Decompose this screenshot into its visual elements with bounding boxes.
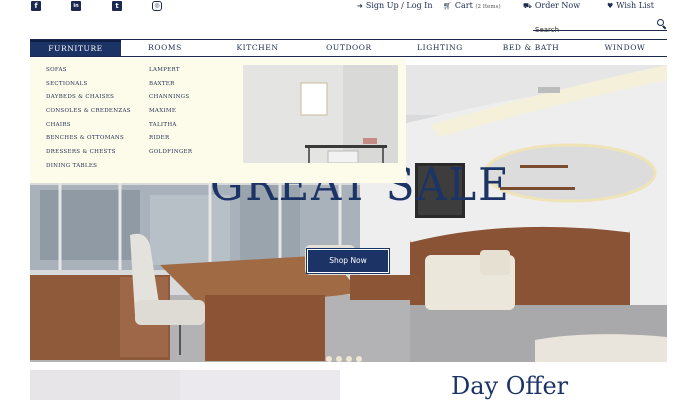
signup-label: Sign Up / Log In [365,1,433,10]
nav-item-rooms[interactable]: Rooms [135,40,195,56]
offer-image [30,370,340,400]
carousel-dot[interactable] [326,356,332,362]
carousel-dots [326,347,366,362]
search-input[interactable] [533,23,651,37]
cart-icon: 🛒︎ [443,2,452,10]
dropdown-column-collections: Lampert Baxter Channings Maxime Talitha … [149,64,192,160]
carousel-dot[interactable] [346,356,352,362]
wishlist-link[interactable]: ♥ Wish List [607,1,654,10]
shop-now-button[interactable]: Shop Now [306,248,390,274]
main-nav: Furniture Rooms Kitchen Outdoor Lighting… [30,39,667,57]
twitter-icon[interactable]: t [112,1,122,11]
linkedin-icon[interactable]: in [71,1,81,11]
nav-item-outdoor[interactable]: Outdoor [315,40,383,56]
cart-link[interactable]: 🛒︎ Cart (2 Items) [443,1,501,10]
menu-item-dining-tables[interactable]: Dining Tables [46,160,131,174]
facebook-icon[interactable]: f [31,1,41,11]
nav-item-kitchen[interactable]: Kitchen [225,40,290,56]
nav-item-bed-bath[interactable]: Bed & Bath [498,40,564,56]
wishlist-label: Wish List [616,1,654,10]
menu-item-lampert[interactable]: Lampert [149,64,192,78]
carousel-dot[interactable] [356,356,362,362]
menu-item-benches[interactable]: Benches & Ottomans [46,132,131,146]
dropdown-column-categories: Sofas Sectionals Daybeds & Chaises Conso… [46,64,131,174]
menu-item-dressers[interactable]: Dressers & Chests [46,146,131,160]
menu-item-consoles[interactable]: Consoles & Credenzas [46,105,131,119]
sign-in-icon: ➜ [357,2,363,10]
menu-item-goldfinger[interactable]: Goldfinger [149,146,192,160]
menu-item-maxime[interactable]: Maxime [149,105,192,119]
menu-item-talitha[interactable]: Talitha [149,119,192,133]
desk-room-image [243,65,398,163]
cart-label: Cart [454,1,473,10]
nav-item-window[interactable]: Window [595,40,655,56]
truck-icon: ⛟ [523,2,532,10]
menu-item-chairs[interactable]: Chairs [46,119,131,133]
day-offer-heading: Day Offer [451,372,569,400]
instagram-icon[interactable]: ◎ [152,1,162,11]
search-icon[interactable] [657,19,664,26]
menu-item-channings[interactable]: Channings [149,91,192,105]
cart-count: (2 Items) [475,4,501,10]
furniture-dropdown-menu: Sofas Sectionals Daybeds & Chaises Conso… [30,58,406,183]
top-bar: f in t ◎ ➜ Sign Up / Log In 🛒︎ Cart (2 Ite… [0,0,700,14]
nav-item-lighting[interactable]: Lighting [410,40,470,56]
carousel-dot[interactable] [336,356,342,362]
menu-item-rider[interactable]: Rider [149,132,192,146]
heart-icon: ♥ [607,2,614,10]
menu-item-baxter[interactable]: Baxter [149,78,192,92]
menu-item-sectionals[interactable]: Sectionals [46,78,131,92]
order-now-link[interactable]: ⛟ Order Now [523,1,580,11]
order-label: Order Now [534,1,581,10]
dropdown-feature-image[interactable] [243,65,398,163]
nav-item-furniture[interactable]: Furniture [30,40,121,56]
menu-item-sofas[interactable]: Sofas [46,64,131,78]
signup-login-link[interactable]: ➜ Sign Up / Log In [357,1,432,10]
search-box [533,17,667,37]
menu-item-daybeds[interactable]: Daybeds & Chaises [46,91,131,105]
